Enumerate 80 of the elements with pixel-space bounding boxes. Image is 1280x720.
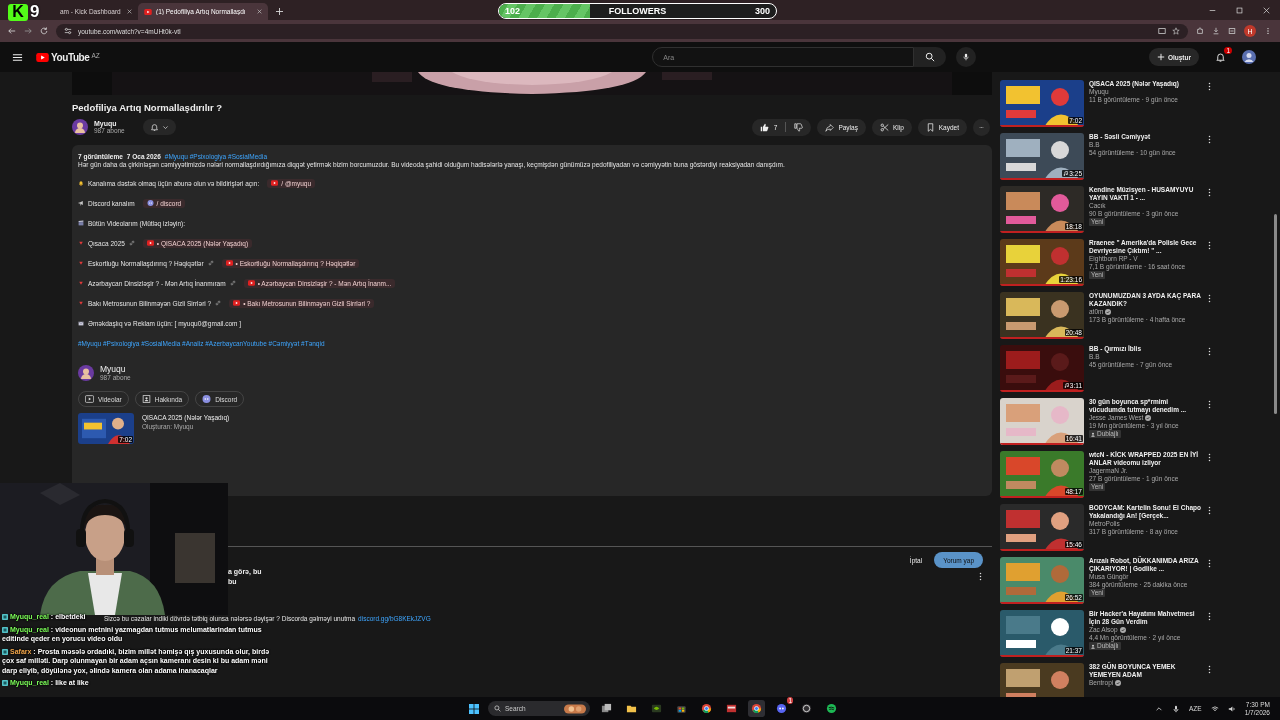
- chrome-icon: [701, 703, 712, 714]
- new-tab-icon[interactable]: [276, 8, 283, 15]
- triangle-bullet-icon: [78, 300, 84, 306]
- person-voice-icon: [1091, 431, 1096, 437]
- channel-name[interactable]: Myuqu: [100, 364, 131, 374]
- close-icon[interactable]: [127, 9, 132, 14]
- search-button[interactable]: [914, 47, 947, 67]
- scissors-icon: [879, 122, 889, 132]
- wifi-icon[interactable]: [1210, 704, 1219, 713]
- close-icon[interactable]: [1263, 7, 1270, 14]
- share-arrow-icon: [825, 122, 835, 132]
- reload-icon[interactable]: [40, 27, 48, 35]
- triangle-bullet-icon: [78, 260, 84, 266]
- megaphone-icon: [78, 200, 84, 206]
- windows-icon: [601, 703, 612, 714]
- thumbs-down-icon: [794, 122, 804, 132]
- clapperboard-icon: [78, 220, 84, 226]
- user-avatar[interactable]: [1242, 50, 1256, 64]
- logo-digit: 9: [30, 2, 40, 22]
- bookmark-icon: [925, 122, 935, 132]
- folder-icon: [626, 703, 637, 714]
- maximize-icon[interactable]: [1236, 7, 1243, 14]
- menu-icon[interactable]: [12, 51, 23, 63]
- search-icon: [494, 705, 501, 712]
- notification-bell-button[interactable]: [142, 119, 176, 135]
- youtube-icon: [271, 180, 279, 186]
- youtube-icon: [144, 8, 152, 15]
- search-highlight-icon: [564, 703, 586, 714]
- scrollbar-thumb[interactable]: [1274, 214, 1277, 414]
- follower-goal: 300: [754, 6, 770, 16]
- chrome-taskbar-button[interactable]: [748, 700, 765, 717]
- microphone-icon: [962, 52, 971, 62]
- youtube-logo[interactable]: YouTube: [51, 51, 90, 63]
- youtube-icon: [247, 280, 255, 286]
- bell-icon: [78, 180, 84, 186]
- youtube-icon: [225, 260, 233, 266]
- site-info-icon[interactable]: [64, 27, 72, 35]
- start-icon[interactable]: [468, 702, 480, 715]
- triangle-bullet-icon: [78, 240, 84, 246]
- plus-icon: [1156, 53, 1165, 61]
- back-icon[interactable]: [8, 27, 16, 35]
- tab-groups-icon[interactable]: [1228, 27, 1236, 35]
- spotify-icon: [826, 703, 837, 714]
- speaker-icon[interactable]: [1227, 704, 1236, 713]
- discord-icon: [146, 200, 154, 206]
- youtube-icon: [146, 240, 154, 246]
- follower-count: 102: [505, 6, 521, 16]
- youtube-logo-icon: [36, 52, 49, 62]
- chat-badge-icon: [2, 680, 8, 686]
- video-title: Pedofiliya Artıq Normallaşdırılır ?: [72, 102, 224, 113]
- star-icon[interactable]: [1172, 27, 1180, 35]
- extensions-icon[interactable]: [1196, 27, 1204, 35]
- bag-icon: [676, 703, 687, 714]
- discord-icon: [776, 703, 787, 714]
- person-card-icon: [141, 395, 151, 403]
- youtube-icon: [233, 300, 241, 306]
- channel-avatar[interactable]: [72, 119, 88, 135]
- chevron-down-icon: [161, 123, 169, 131]
- chevron-up-icon[interactable]: [1155, 704, 1164, 713]
- play-box-icon: [85, 395, 94, 403]
- voice-search-button[interactable]: [956, 47, 977, 67]
- app-icon: [726, 703, 737, 714]
- download-icon[interactable]: [1212, 27, 1220, 35]
- close-icon[interactable]: [257, 9, 262, 14]
- cast-icon[interactable]: [1158, 27, 1166, 35]
- triangle-bullet-icon: [78, 280, 84, 286]
- person-voice-icon: [1091, 643, 1096, 649]
- mailbox-icon: [78, 320, 84, 326]
- chat-badge-icon: [2, 648, 8, 655]
- notifications-icon[interactable]: [1215, 51, 1226, 63]
- search-icon: [925, 52, 936, 62]
- bell-icon: [149, 122, 159, 132]
- minimize-icon[interactable]: [1209, 7, 1216, 14]
- channel-avatar[interactable]: [78, 364, 94, 381]
- thumbs-up-icon: [759, 122, 769, 132]
- discord-icon: [202, 395, 212, 403]
- forward-icon[interactable]: [24, 27, 32, 35]
- microphone-icon[interactable]: [1172, 704, 1181, 713]
- chrome-icon: [751, 703, 762, 714]
- follower-goal-label: FOLLOWERS: [607, 6, 668, 16]
